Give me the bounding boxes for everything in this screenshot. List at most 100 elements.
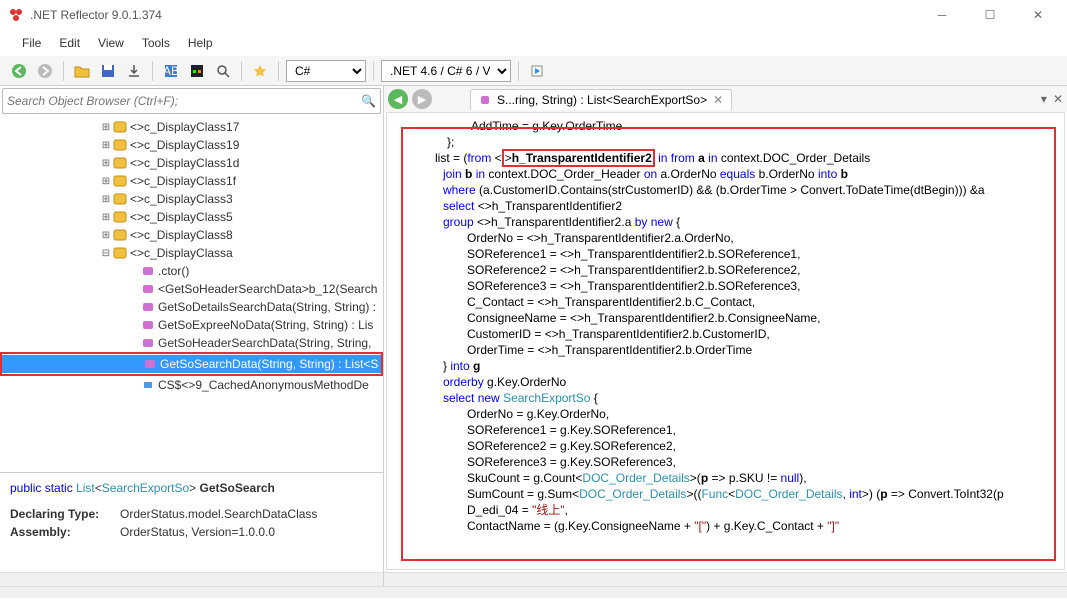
right-scrollbar[interactable] [384,572,1067,586]
tree-node[interactable]: ⊞ <>c_DisplayClass17 [0,118,383,136]
tab-close-icon[interactable]: ✕ [713,93,723,107]
language-select[interactable]: C# [286,60,366,82]
node-icon [140,378,156,392]
pane-close-icon[interactable]: ✕ [1053,92,1063,106]
expand-icon[interactable]: ⊞ [100,230,112,241]
tree-node[interactable]: GetSoHeaderSearchData(String, String, [0,334,383,352]
node-label: <>c_DisplayClass3 [130,192,233,206]
left-scrollbar[interactable] [0,572,383,586]
code-nav-row: ◀ ▶ S...ring, String) : List<SearchExpor… [384,86,1067,112]
tree-node[interactable]: ⊞ <>c_DisplayClass8 [0,226,383,244]
code-forward-button[interactable]: ▶ [412,89,432,109]
node-label: GetSoDetailsSearchData(String, String) : [158,300,376,314]
code-line: C_Contact = <>h_TransparentIdentifier2.b… [403,295,1064,311]
node-icon [140,264,156,278]
node-label: <>c_DisplayClass1d [130,156,239,170]
tree-node[interactable]: GetSoDetailsSearchData(String, String) : [0,298,383,316]
menu-file[interactable]: File [22,36,41,50]
nav-back-button[interactable] [8,60,30,82]
run-button[interactable] [526,60,548,82]
tree-node[interactable]: GetSoSearchData(String, String) : List<S [2,355,381,373]
save-button[interactable] [97,60,119,82]
code-line: SOReference2 = g.Key.SOReference2, [403,439,1064,455]
node-icon [112,228,128,242]
maximize-button[interactable]: ☐ [975,5,1005,25]
node-icon [142,357,158,371]
node-icon [112,138,128,152]
menubar: File Edit View Tools Help [0,30,1067,56]
menu-view[interactable]: View [98,36,124,50]
node-icon [112,156,128,170]
window-title: .NET Reflector 9.0.1.374 [30,8,927,22]
expand-icon[interactable]: ⊞ [100,140,112,151]
tab-dropdown-icon[interactable]: ▾ [1041,92,1047,106]
code-tab[interactable]: S...ring, String) : List<SearchExportSo>… [470,89,732,110]
tree-node[interactable]: ⊞<>c_DisplayClass1f [0,172,383,190]
menu-edit[interactable]: Edit [59,36,80,50]
code-line: orderby g.Key.OrderNo [403,375,1064,391]
menu-tools[interactable]: Tools [142,36,170,50]
code-line: where (a.CustomerID.Contains(strCustomer… [403,183,1064,199]
tree-node[interactable]: ⊟ <>c_DisplayClassa [0,244,383,262]
nav-forward-button[interactable] [34,60,56,82]
tab-controls: ▾ ✕ [1041,92,1063,106]
expand-icon[interactable]: ⊞ [100,122,112,133]
expand-icon[interactable]: ⊞ [100,194,112,205]
tree-node[interactable]: ⊞ <>c_DisplayClass1d [0,154,383,172]
node-label: CS$<>9_CachedAnonymousMethodDe [158,378,369,392]
tree-node[interactable]: ⊞ <>c_DisplayClass19 [0,136,383,154]
node-label: <>c_DisplayClassa [130,246,233,260]
code-line: SkuCount = g.Count<DOC_Order_Details>(p … [403,471,1064,487]
code-line: OrderNo = <>h_TransparentIdentifier2.a.O… [403,231,1064,247]
search-input[interactable] [7,94,361,108]
node-label: <>c_DisplayClass8 [130,228,233,242]
code-line: select <>h_TransparentIdentifier2 [403,199,1064,215]
tree-node[interactable]: ⊞ <>c_DisplayClass3 [0,190,383,208]
assembly-row: Assembly:OrderStatus, Version=1.0.0.0 [10,525,373,539]
object-browser-pane: 🔍 ⊞ <>c_DisplayClass17 ⊞ <>c_DisplayClass19… [0,86,384,586]
code-line: join b in context.DOC_Order_Header on a.… [403,167,1064,183]
open-button[interactable] [71,60,93,82]
tree-node[interactable]: GetSoExpreeNoData(String, String) : Lis [0,316,383,334]
minimize-button[interactable]: ─ [927,5,957,25]
node-label: <>c_DisplayClass5 [130,210,233,224]
code-line: CustomerID = <>h_TransparentIdentifier2.… [403,327,1064,343]
tree-node[interactable]: <GetSoHeaderSearchData>b_12(Search [0,280,383,298]
node-label: <>c_DisplayClass17 [130,120,239,134]
expand-icon[interactable]: ⊞ [100,212,112,223]
node-label: <>c_DisplayClass19 [130,138,239,152]
search-icon[interactable]: 🔍 [361,94,376,108]
expand-icon[interactable]: ⊞ [100,158,112,169]
framework-select[interactable]: .NET 4.6 / C# 6 / VB [381,60,511,82]
view2-button[interactable] [186,60,208,82]
expand-icon[interactable]: ⊟ [100,248,112,259]
close-button[interactable]: ✕ [1023,5,1053,25]
search-box[interactable]: 🔍 [2,88,381,114]
search-button[interactable] [212,60,234,82]
expand-icon[interactable]: ⊞ [100,176,112,187]
code-line: SOReference3 = g.Key.SOReference3, [403,455,1064,471]
node-label: GetSoHeaderSearchData(String, String, [158,336,371,350]
view1-button[interactable]: AB [160,60,182,82]
object-tree[interactable]: ⊞<>c_DisplayClass17⊞<>c_DisplayClass19⊞<… [0,116,383,472]
node-label: <GetSoHeaderSearchData>b_12(Search [158,282,377,296]
code-line: SOReference1 = <>h_TransparentIdentifier… [403,247,1064,263]
method-icon [479,94,491,106]
tree-node[interactable]: .ctor() [0,262,383,280]
tree-node[interactable]: CS$<>9_CachedAnonymousMethodDe [0,376,383,394]
code-line: SOReference3 = <>h_TransparentIdentifier… [403,279,1064,295]
code-line: SumCount = g.Sum<DOC_Order_Details>((Fun… [403,487,1064,503]
export-button[interactable] [123,60,145,82]
menu-help[interactable]: Help [188,36,213,50]
main-area: 🔍 ⊞ <>c_DisplayClass17 ⊞ <>c_DisplayClass19… [0,86,1067,586]
code-line: group <>h_TransparentIdentifier2.a by ne… [403,215,1064,231]
toolbar: AB C# .NET 4.6 / C# 6 / VB [0,56,1067,86]
node-label: .ctor() [158,264,189,278]
code-line: ContactName = (g.Key.ConsigneeName + "["… [403,519,1064,535]
bookmark-button[interactable] [249,60,271,82]
node-label: GetSoExpreeNoData(String, String) : Lis [158,318,373,332]
code-line: list = (from <>h_TransparentIdentifier2 … [403,151,1064,167]
tree-node[interactable]: ⊞ <>c_DisplayClass5 [0,208,383,226]
code-viewer[interactable]: AddTime = g.Key.OrderTime};list = (from … [386,112,1065,570]
code-back-button[interactable]: ◀ [388,89,408,109]
